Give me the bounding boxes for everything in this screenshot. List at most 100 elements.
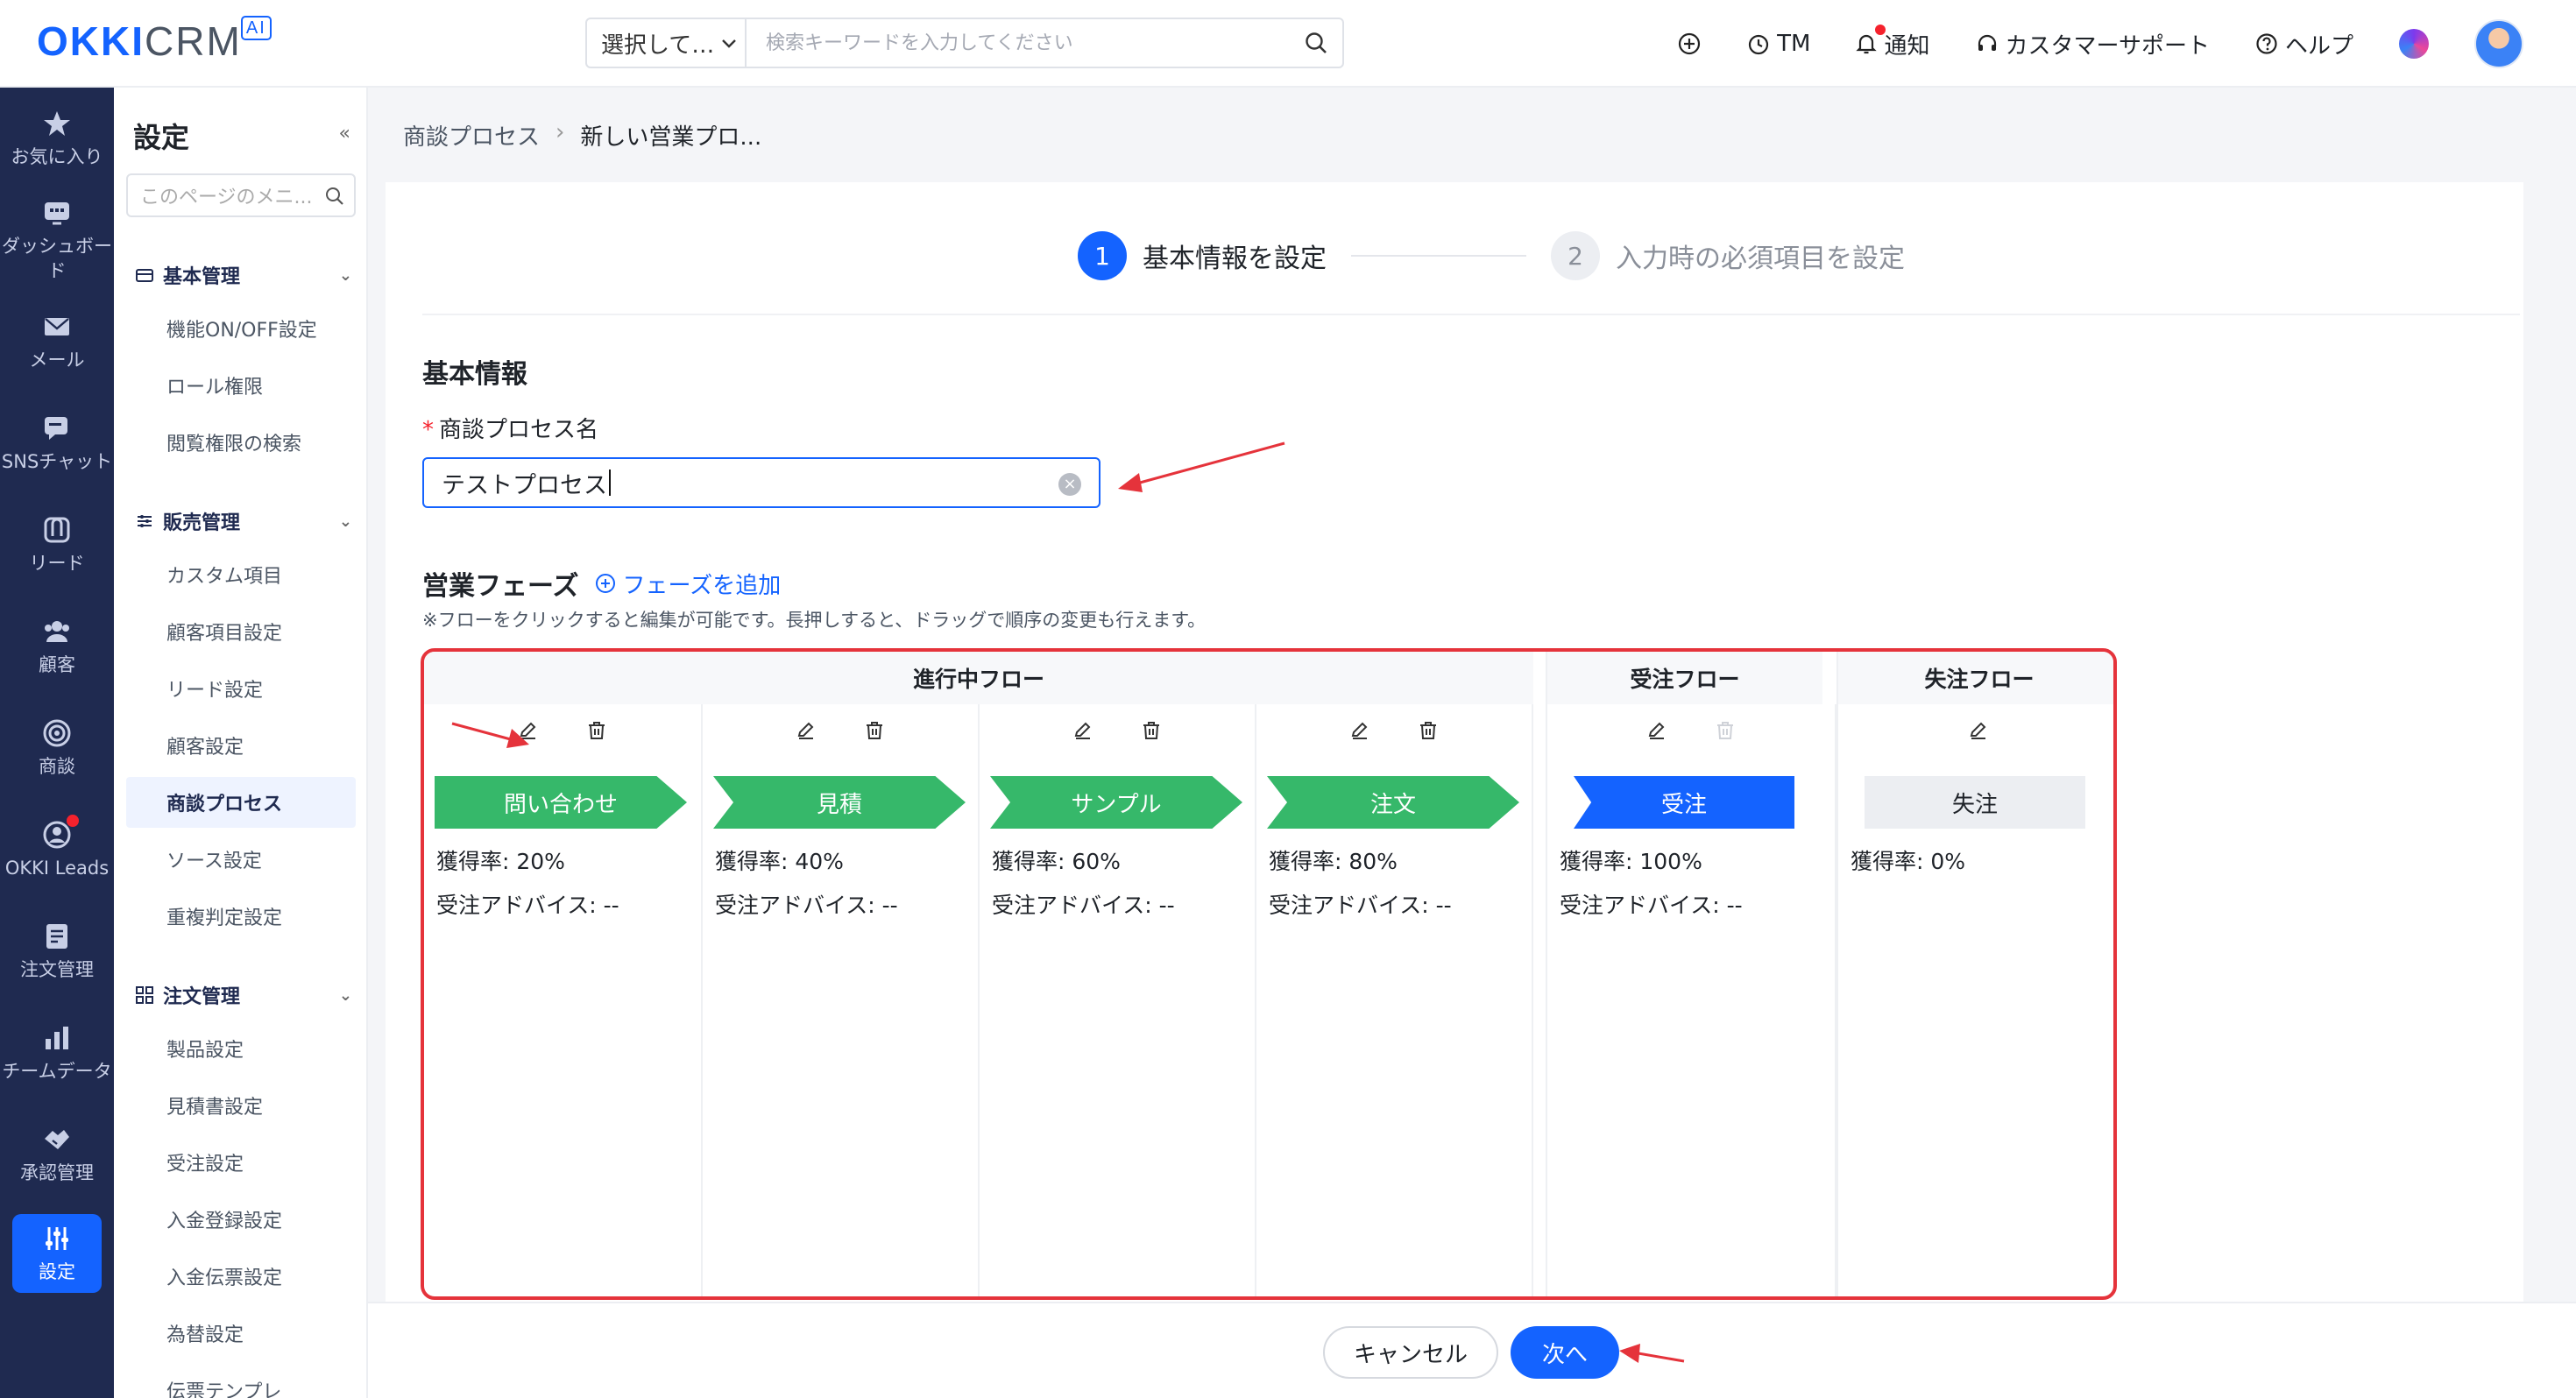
breadcrumb-parent[interactable]: 商談プロセス bbox=[403, 119, 540, 152]
rail-item-target[interactable]: 商談 bbox=[0, 697, 114, 799]
phase-column-progress[interactable]: 見積 獲得率: 40% 受注アドバイス: -- bbox=[703, 704, 980, 1296]
rail-item-order[interactable]: 注文管理 bbox=[0, 900, 114, 1002]
menu-group-header[interactable]: 基本管理 ⌄ bbox=[133, 261, 352, 289]
phase-tools bbox=[1256, 720, 1532, 746]
notification-label: 通知 bbox=[1884, 32, 1930, 60]
menu-group-header[interactable]: 注文管理 ⌄ bbox=[133, 981, 352, 1009]
menu-item[interactable]: 閲覧権限の検索 bbox=[126, 417, 356, 468]
cancel-button[interactable]: キャンセル bbox=[1323, 1326, 1498, 1379]
help-button[interactable]: ヘルプ bbox=[2255, 28, 2353, 60]
menu-group-label: 販売管理 bbox=[163, 512, 241, 534]
rail-item-okki-leads[interactable]: OKKI Leads bbox=[0, 799, 114, 900]
edit-icon[interactable] bbox=[796, 720, 817, 746]
rail-item-dashboard[interactable]: ダッシュボード bbox=[0, 189, 114, 291]
menu-item[interactable]: カスタム項目 bbox=[126, 549, 356, 600]
menu-item[interactable]: ロール権限 bbox=[126, 360, 356, 411]
menu-item[interactable]: 伝票テンプレ bbox=[126, 1365, 356, 1398]
next-button[interactable]: 次へ bbox=[1511, 1326, 1619, 1379]
phase-flow-board: 進行中フロー 受注フロー 失注フロー 問い合わせ 獲得率: 20% 受注アドバイス:… bbox=[421, 648, 2117, 1300]
delete-icon[interactable] bbox=[1418, 720, 1439, 746]
delete-icon[interactable] bbox=[1141, 720, 1162, 746]
phase-stage-chip[interactable]: 注文 bbox=[1267, 776, 1519, 829]
menu-search-input[interactable]: このページのメニ... bbox=[126, 173, 356, 217]
menu-item[interactable]: 製品設定 bbox=[126, 1023, 356, 1074]
menu-item[interactable]: 入金登録設定 bbox=[126, 1194, 356, 1245]
process-name-input[interactable]: テストプロセス × bbox=[422, 457, 1100, 508]
edit-icon[interactable] bbox=[518, 720, 539, 746]
grid-icon bbox=[133, 984, 156, 1006]
step-2-number: 2 bbox=[1551, 231, 1600, 280]
menu-item[interactable]: 受注設定 bbox=[126, 1137, 356, 1188]
phase-stage-chip[interactable]: サンプル bbox=[990, 776, 1242, 829]
edit-icon[interactable] bbox=[1349, 720, 1370, 746]
chevron-down-icon: ⌄ bbox=[338, 985, 352, 1005]
rail-item-star[interactable]: お気に入り bbox=[0, 88, 114, 189]
collapse-icon[interactable]: « bbox=[339, 123, 350, 145]
phase-tools bbox=[980, 720, 1255, 746]
add-phase-button[interactable]: フェーズを追加 bbox=[595, 568, 781, 600]
phase-note: ※フローをクリックすると編集が可能です。長押しすると、ドラッグで順序の変更も行え… bbox=[422, 610, 1207, 631]
rail-item-label: OKKI Leads bbox=[4, 858, 110, 879]
phase-stage-chip[interactable]: 問い合わせ bbox=[435, 776, 687, 829]
phase-column-progress[interactable]: 注文 獲得率: 80% 受注アドバイス: -- bbox=[1256, 704, 1533, 1296]
phase-column-progress[interactable]: 問い合わせ 獲得率: 20% 受注アドバイス: -- bbox=[424, 704, 703, 1296]
clear-icon[interactable]: × bbox=[1058, 473, 1081, 496]
phase-column-lost[interactable]: 失注 獲得率: 0% bbox=[1836, 704, 2113, 1296]
menu-item[interactable]: 機能ON/OFF設定 bbox=[126, 303, 356, 354]
menu-item[interactable]: 入金伝票設定 bbox=[126, 1251, 356, 1302]
phase-column-progress[interactable]: サンプル 獲得率: 60% 受注アドバイス: -- bbox=[980, 704, 1256, 1296]
menu-item[interactable]: 見積書設定 bbox=[126, 1080, 356, 1131]
edit-icon[interactable] bbox=[1968, 720, 1989, 746]
phase-stage-chip[interactable]: 失注 bbox=[1865, 776, 2085, 829]
search-input[interactable] bbox=[747, 19, 1290, 67]
delete-icon[interactable] bbox=[864, 720, 885, 746]
phase-rate: 獲得率: 80% bbox=[1269, 849, 1398, 874]
divider bbox=[422, 314, 2520, 315]
phase-tools bbox=[424, 720, 701, 746]
breadcrumb-separator: › bbox=[556, 119, 565, 145]
menu-item[interactable]: リード設定 bbox=[126, 663, 356, 714]
menu-item[interactable]: ソース設定 bbox=[126, 834, 356, 885]
support-button[interactable]: カスタマーサポート bbox=[1976, 28, 2210, 60]
notification-button[interactable]: 通知 bbox=[1856, 24, 1930, 60]
menu-title: 設定 bbox=[133, 121, 190, 154]
okki-logo[interactable]: OKKICRM AI bbox=[37, 16, 272, 65]
tm-button[interactable]: TM bbox=[1747, 31, 1810, 57]
rail-item-mail[interactable]: メール bbox=[0, 291, 114, 392]
edit-icon[interactable] bbox=[1646, 720, 1667, 746]
menu-item[interactable]: 商談プロセス bbox=[126, 777, 356, 828]
phase-rate: 獲得率: 60% bbox=[992, 849, 1121, 874]
menu-item[interactable]: 為替設定 bbox=[126, 1308, 356, 1359]
delete-icon[interactable] bbox=[586, 720, 607, 746]
phase-stage-chip[interactable]: 受注 bbox=[1574, 776, 1794, 829]
search-icon[interactable] bbox=[1290, 31, 1342, 55]
rail-item-lead[interactable]: リード bbox=[0, 494, 114, 596]
phase-column-won[interactable]: 受注 獲得率: 100% 受注アドバイス: -- bbox=[1546, 704, 1836, 1296]
chevron-down-icon bbox=[721, 32, 737, 53]
ai-assistant-button[interactable] bbox=[2399, 29, 2429, 59]
clock-icon bbox=[1749, 34, 1769, 55]
rail-item-approval[interactable]: 承認管理 bbox=[0, 1104, 114, 1205]
app-rail: お気に入り ダッシュボード メール SNSチャットリード顧客 商談 OKKI Leads 注… bbox=[0, 88, 114, 1398]
rail-item-chat[interactable]: SNSチャット bbox=[0, 392, 114, 494]
rail-item-chart[interactable]: チームデータ bbox=[0, 1002, 114, 1104]
menu-group-header[interactable]: 販売管理 ⌄ bbox=[133, 507, 352, 535]
edit-icon[interactable] bbox=[1072, 720, 1093, 746]
create-button[interactable] bbox=[1677, 32, 1702, 56]
top-actions: TM 通知 カスタマーサポート ヘルプ bbox=[1677, 0, 2523, 88]
tm-label: TM bbox=[1777, 31, 1811, 57]
logo-crm-text: CRM bbox=[145, 18, 242, 64]
chevron-down-icon: ⌄ bbox=[338, 265, 352, 285]
user-avatar[interactable] bbox=[2474, 19, 2523, 68]
phase-stage-chip[interactable]: 見積 bbox=[713, 776, 966, 829]
menu-item[interactable]: 顧客項目設定 bbox=[126, 606, 356, 657]
rail-item-customers[interactable]: 顧客 bbox=[0, 596, 114, 697]
step-indicator: 1 基本情報を設定 2 入力時の必須項目を設定 bbox=[1078, 231, 1905, 280]
menu-item[interactable]: 重複判定設定 bbox=[126, 891, 356, 942]
search-scope-select[interactable]: 選択して… bbox=[587, 19, 747, 67]
rail-item-settings[interactable]: 設定 bbox=[12, 1214, 102, 1293]
step-2-label: 入力時の必須項目を設定 bbox=[1616, 244, 1905, 274]
required-mark: * bbox=[422, 417, 434, 443]
menu-item[interactable]: 顧客設定 bbox=[126, 720, 356, 771]
rail-item-label: リード bbox=[29, 553, 85, 574]
